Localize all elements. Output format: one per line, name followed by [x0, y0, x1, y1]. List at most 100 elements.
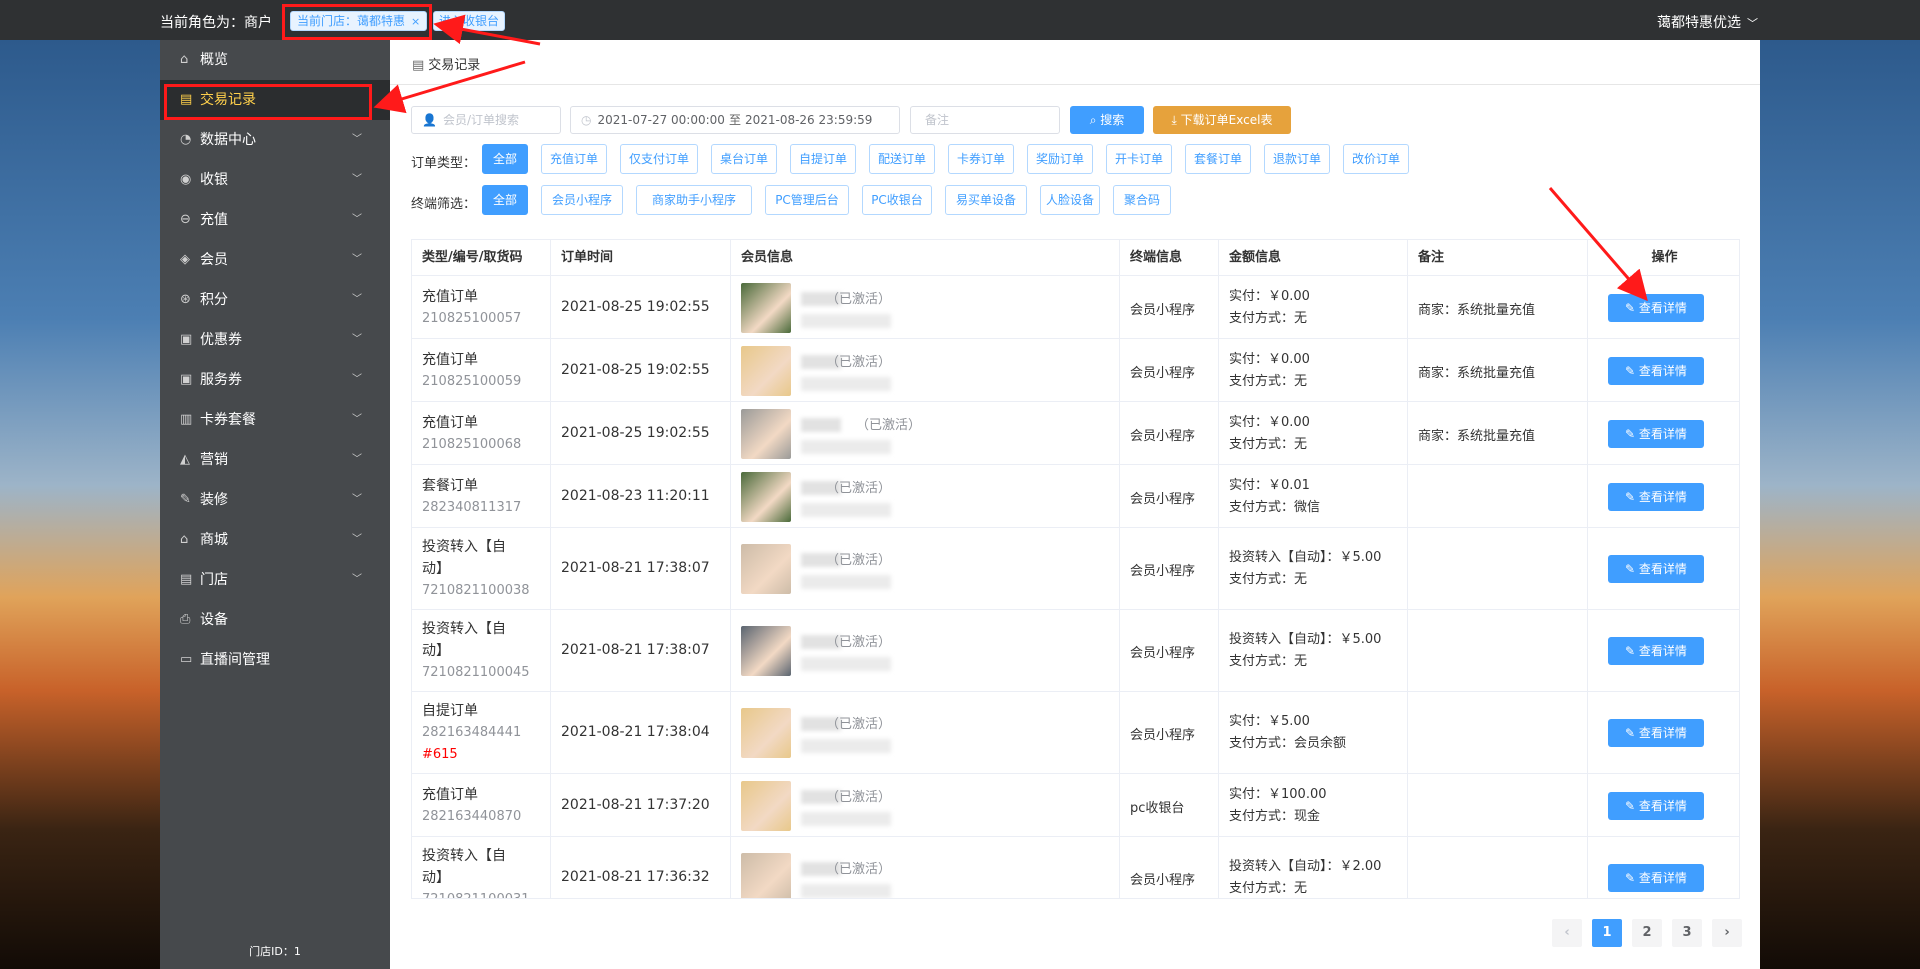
view-detail-button[interactable]: ✎ 查看详情: [1608, 482, 1704, 511]
role-label: 当前角色为：商户: [160, 15, 272, 31]
download-excel-button[interactable]: ⤓ 下载订单Excel表: [1153, 106, 1291, 134]
sidebar-item[interactable]: ◔ 数据中心 ﹀: [160, 120, 390, 160]
order-type-chip[interactable]: 奖励订单: [1027, 144, 1093, 174]
order-type-chip[interactable]: 改价订单: [1343, 144, 1409, 174]
order-type: 充值订单: [422, 786, 478, 803]
next-page-button[interactable]: ›: [1712, 919, 1742, 947]
terminal-cell: 会员小程序: [1120, 276, 1219, 338]
chevron-down-icon: ﹀: [352, 574, 362, 585]
order-type-chip[interactable]: 套餐订单: [1185, 144, 1251, 174]
view-detail-button[interactable]: ✎ 查看详情: [1608, 864, 1704, 892]
edit-icon: ✎: [1625, 644, 1639, 658]
table-row: 充值订单 282163440870 2021-08-21 17:37:20 （已激活）…: [412, 774, 1739, 837]
view-detail-label: 查看详情: [1638, 871, 1687, 885]
sidebar-item[interactable]: ▣ 优惠券 ﹀: [160, 320, 390, 360]
member-order-search-input[interactable]: 👤 会员/订单搜索: [411, 106, 561, 134]
terminal-chip[interactable]: 全部: [482, 185, 528, 215]
sidebar-item[interactable]: ⎙ 设备: [160, 600, 390, 640]
order-type: 动】: [422, 561, 450, 577]
member-phone-blurred: [801, 575, 891, 589]
order-time: 2021-08-21 17:37:20: [561, 796, 710, 813]
order-type: 投资转入【自: [422, 539, 506, 555]
user-menu[interactable]: 蔼都特惠优选 ﹀: [1657, 12, 1758, 32]
sidebar-menu: ⌂ 概览 ▤ 交易记录 ◔ 数据中心 ﹀ ◉ 收银 ﹀ ⊖ 充值 ﹀ ◈ 会员 ﹀ ⊛ 积分 ﹀ ▣ 优惠券 ﹀ ▣ 服务券 ﹀…: [160, 40, 390, 680]
order-type-chip[interactable]: 卡券订单: [948, 144, 1014, 174]
payment-method: 支付方式：现金: [1229, 808, 1321, 824]
view-detail-button[interactable]: ✎ 查看详情: [1608, 555, 1704, 583]
terminal-chip[interactable]: PC管理后台: [765, 185, 849, 215]
breadcrumb-label: 交易记录: [428, 58, 481, 73]
sidebar-item-label: 优惠券: [200, 332, 242, 348]
sidebar-item[interactable]: ⌂ 商城 ﹀: [160, 520, 390, 560]
sidebar-item[interactable]: ⌂ 概览: [160, 40, 390, 80]
payment-method: 支付方式：无: [1229, 436, 1308, 452]
page-button[interactable]: 2: [1632, 919, 1662, 947]
terminal-chip[interactable]: 易买单设备: [945, 185, 1027, 215]
terminal-name: pc收银台: [1130, 800, 1185, 816]
menu-icon: ⌂: [180, 532, 189, 547]
page-button[interactable]: 3: [1672, 919, 1702, 947]
avatar: [741, 626, 791, 676]
date-range-picker[interactable]: ◷ 2021-07-27 00:00:00 至 2021-08-26 23:59:59: [570, 106, 900, 134]
view-detail-button[interactable]: ✎ 查看详情: [1608, 419, 1704, 448]
prev-page-button[interactable]: ‹: [1552, 919, 1582, 947]
payment-method: 支付方式：无: [1229, 310, 1308, 326]
search-button[interactable]: ⌕ 搜索: [1070, 106, 1144, 134]
view-detail-label: 查看详情: [1638, 489, 1687, 504]
sidebar-item[interactable]: ◭ 营销 ﹀: [160, 440, 390, 480]
view-detail-button[interactable]: ✎ 查看详情: [1608, 293, 1704, 322]
terminal-chip[interactable]: 商家助手小程序: [636, 185, 752, 215]
sidebar-item[interactable]: ▤ 门店 ﹀: [160, 560, 390, 600]
table-row: 投资转入【自 动】 7210821100045 2021-08-21 17:38:07…: [412, 610, 1739, 692]
view-detail-button[interactable]: ✎ 查看详情: [1608, 791, 1704, 820]
remark-cell: [1408, 774, 1588, 836]
terminal-chip[interactable]: 会员小程序: [541, 185, 623, 215]
order-type-chip[interactable]: 仅支付订单: [620, 144, 698, 174]
terminal-name: 会员小程序: [1130, 728, 1196, 743]
avatar: [741, 708, 791, 758]
remark-cell: [1408, 837, 1588, 898]
order-type-chip[interactable]: 充值订单: [541, 144, 607, 174]
sidebar-item[interactable]: ◈ 会员 ﹀: [160, 240, 390, 280]
member-cell: （已激活）: [731, 692, 1120, 773]
sidebar-item[interactable]: ⊛ 积分 ﹀: [160, 280, 390, 320]
avatar: [741, 853, 791, 898]
terminal-chip[interactable]: PC收银台: [862, 185, 932, 215]
order-type-chip[interactable]: 退款订单: [1264, 144, 1330, 174]
sidebar-item[interactable]: ✎ 装修 ﹀: [160, 480, 390, 520]
order-type-chip[interactable]: 配送订单: [869, 144, 935, 174]
view-detail-button[interactable]: ✎ 查看详情: [1608, 719, 1704, 747]
amount-cell: 实付：￥0.00 支付方式：无: [1219, 402, 1408, 464]
order-type-chip[interactable]: 自提订单: [790, 144, 856, 174]
amount-paid: 实付：￥5.00: [1229, 714, 1310, 729]
member-phone-blurred: [801, 739, 891, 753]
chevron-down-icon: ﹀: [352, 334, 362, 345]
sidebar: ⌂ 概览 ▤ 交易记录 ◔ 数据中心 ﹀ ◉ 收银 ﹀ ⊖ 充值 ﹀ ◈ 会员 ﹀ ⊛ 积分 ﹀ ▣ 优惠券 ﹀ ▣ 服务券 ﹀…: [160, 40, 390, 969]
terminal-chip[interactable]: 聚合码: [1113, 185, 1171, 215]
action-cell: ✎ 查看详情: [1588, 610, 1739, 691]
chevron-down-icon: ﹀: [352, 374, 362, 385]
view-detail-button[interactable]: ✎ 查看详情: [1608, 637, 1704, 665]
terminal-name: 会员小程序: [1130, 491, 1196, 507]
avatar: [741, 345, 791, 396]
sidebar-item[interactable]: ▣ 服务券 ﹀: [160, 360, 390, 400]
order-type-chip[interactable]: 全部: [482, 144, 528, 174]
amount-paid: 实付：￥0.01: [1229, 477, 1310, 493]
enter-cashier-button[interactable]: 进入收银台: [433, 11, 506, 31]
view-detail-button[interactable]: ✎ 查看详情: [1608, 356, 1704, 385]
terminal-chip[interactable]: 人脸设备: [1040, 185, 1100, 215]
sidebar-item[interactable]: ▥ 卡券套餐 ﹀: [160, 400, 390, 440]
sidebar-item[interactable]: ◉ 收银 ﹀: [160, 160, 390, 200]
terminal-name: 会员小程序: [1130, 646, 1196, 661]
time-cell: 2021-08-25 19:02:55: [551, 276, 731, 338]
page-button[interactable]: 1: [1592, 919, 1622, 947]
date-separator: 至: [728, 113, 741, 127]
member-phone-blurred: [801, 439, 891, 454]
sidebar-item[interactable]: ⊖ 充值 ﹀: [160, 200, 390, 240]
table-row: 投资转入【自动】 7210821100031 2021-08-21 17:36:32…: [412, 837, 1739, 898]
remark-input[interactable]: 备注: [910, 106, 1060, 134]
sidebar-item[interactable]: ▭ 直播间管理: [160, 640, 390, 680]
order-type-chip[interactable]: 开卡订单: [1106, 144, 1172, 174]
member-status: （已激活）: [826, 862, 892, 877]
order-type-chip[interactable]: 桌台订单: [711, 144, 777, 174]
